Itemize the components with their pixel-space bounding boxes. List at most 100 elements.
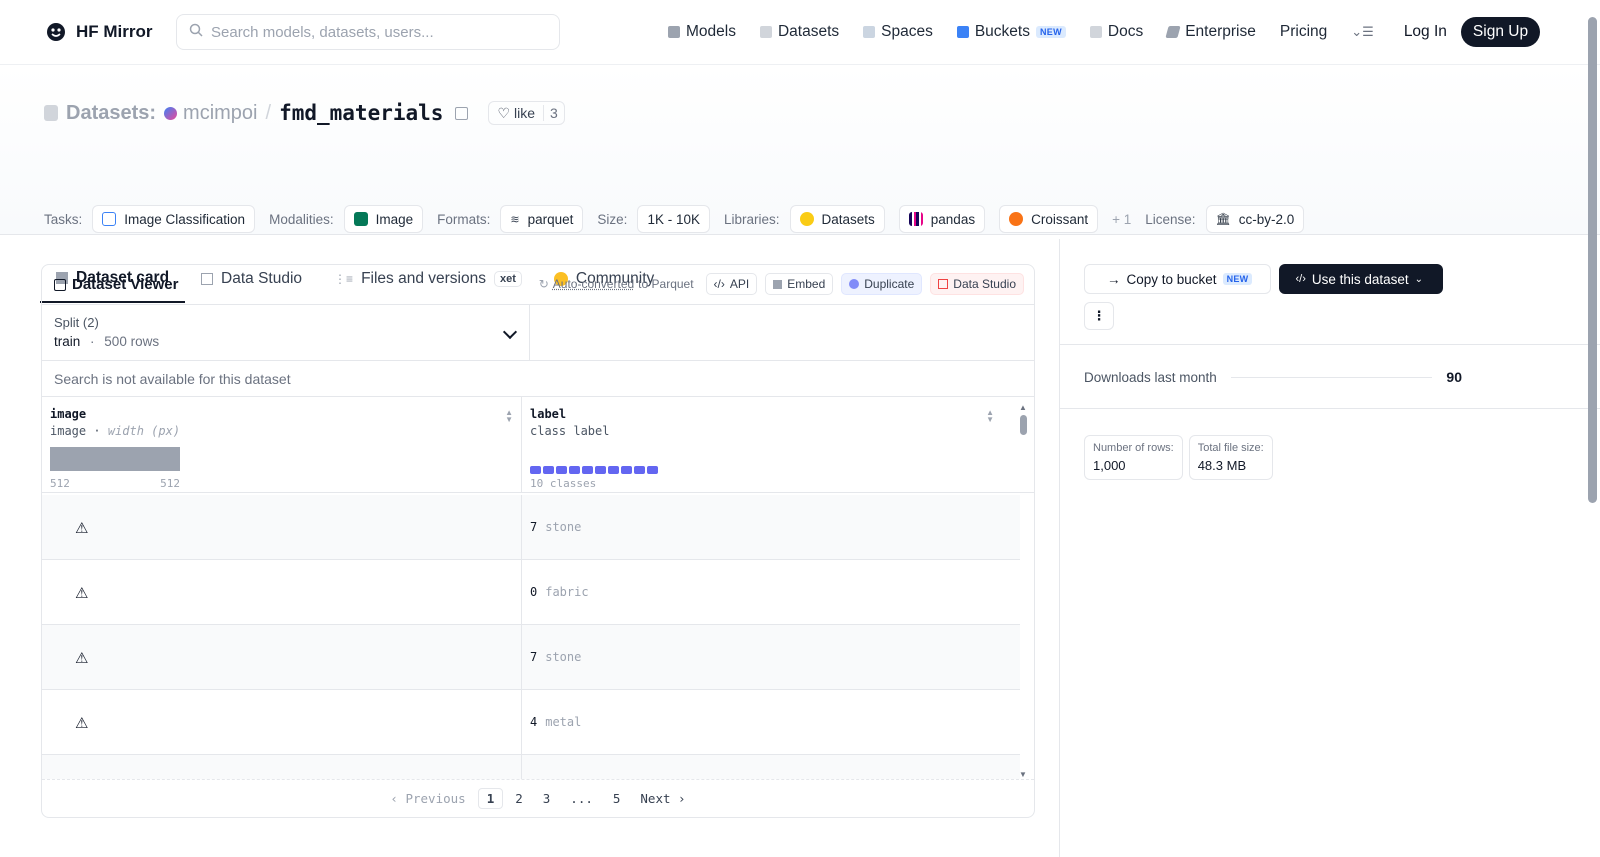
search-box[interactable] — [176, 14, 560, 50]
embed-button[interactable]: Embed — [765, 273, 834, 295]
tag-library-croissant[interactable]: Croissant — [999, 205, 1099, 233]
table-row[interactable]: ⚠ 7 stone — [42, 625, 1020, 690]
label-cell[interactable]: 0 fabric — [522, 560, 1000, 624]
nav-buckets[interactable]: Buckets NEW — [956, 23, 1066, 41]
tag-library-datasets[interactable]: Datasets — [789, 205, 885, 233]
copy-icon[interactable] — [455, 106, 469, 120]
image-cell[interactable]: ⚠ — [42, 495, 522, 559]
divider — [1060, 408, 1600, 409]
more-options-icon[interactable]: ⋮ — [1084, 302, 1114, 330]
tag-license-label: cc-by-2.0 — [1238, 211, 1295, 227]
page-5[interactable]: 5 — [605, 789, 629, 808]
image-cell[interactable]: ⚠ — [42, 560, 522, 624]
tag-size[interactable]: 1K - 10K — [637, 205, 710, 233]
api-button[interactable]: ‹/› API — [705, 273, 758, 295]
class-segment[interactable] — [556, 466, 567, 474]
cube-icon — [668, 26, 680, 38]
scroll-thumb[interactable] — [1020, 415, 1027, 435]
use-this-dataset-button[interactable]: ‹/› Use this dataset ⌄ — [1279, 264, 1444, 294]
scroll-up-icon[interactable]: ▲ — [1019, 403, 1027, 412]
next-page[interactable]: Next › — [632, 789, 693, 808]
copy-to-bucket-button[interactable]: → Copy to bucket NEW — [1084, 264, 1272, 294]
page-1[interactable]: 1 — [477, 788, 504, 809]
class-distribution-bar[interactable] — [530, 466, 658, 474]
table-row[interactable]: ⚠ 0 fabric — [42, 560, 1020, 625]
image-cell[interactable]: ⚠ — [42, 625, 522, 689]
like-button[interactable]: ♡ like 3 — [488, 101, 565, 125]
tag-modality[interactable]: Image — [343, 205, 424, 233]
divider — [1060, 344, 1600, 345]
code-icon: ‹/› — [713, 277, 725, 291]
nav-datasets[interactable]: Datasets — [759, 23, 840, 41]
tasks-label: Tasks: — [44, 211, 83, 227]
page-3[interactable]: 3 — [535, 789, 559, 808]
split-label: Split (2) — [54, 315, 99, 330]
class-segment[interactable] — [569, 466, 580, 474]
table-row[interactable] — [42, 755, 1020, 779]
downloads-sparkline — [1230, 376, 1433, 378]
class-segment[interactable] — [634, 466, 645, 474]
table-scrollbar[interactable]: ▲ ▼ — [1018, 403, 1028, 779]
nav-spaces[interactable]: Spaces — [863, 23, 933, 41]
image-cell[interactable]: ⚠ — [42, 690, 522, 754]
repo-name[interactable]: fmd_materials — [279, 101, 443, 125]
more-menu-icon[interactable]: ⌄☰ — [1351, 24, 1374, 40]
column-label[interactable]: label class label ▲ ▼ 10 classes — [522, 397, 1002, 492]
class-segment[interactable] — [582, 466, 593, 474]
tag-task[interactable]: Image Classification — [92, 205, 256, 233]
search-input[interactable] — [211, 23, 531, 41]
refresh-icon: ↻ — [538, 277, 549, 291]
nav-pricing-label: Pricing — [1279, 23, 1328, 40]
image-cell[interactable] — [42, 755, 522, 779]
sort-icon[interactable]: ▲ ▼ — [505, 409, 513, 424]
owner-link[interactable]: mcimpoi — [164, 102, 258, 125]
scroll-down-icon[interactable]: ▼ — [1019, 770, 1027, 779]
avatar — [164, 106, 178, 120]
auto-converted-note[interactable]: ↻ Auto-converted to Parquet — [539, 277, 694, 291]
data-studio-button[interactable]: Data Studio — [930, 273, 1024, 295]
class-segment[interactable] — [621, 466, 632, 474]
chevron-down-icon: ⌄ — [1414, 273, 1424, 285]
split-selector[interactable]: Split (2) train · 500 rows — [42, 305, 530, 360]
nav-enterprise[interactable]: Enterprise — [1165, 23, 1256, 41]
nav-datasets-label: Datasets — [777, 23, 840, 40]
column-name: image — [50, 407, 87, 421]
signup-button[interactable]: Sign Up — [1460, 17, 1541, 47]
label-cell[interactable] — [522, 755, 1000, 779]
tag-format[interactable]: ≋ parquet — [500, 205, 584, 233]
label-cell[interactable]: 4 metal — [522, 690, 1000, 754]
tag-license[interactable]: 🏛 cc-by-2.0 — [1205, 205, 1305, 233]
page-2[interactable]: 2 — [507, 789, 531, 808]
label-cell[interactable]: 7 stone — [522, 625, 1000, 689]
previous-page[interactable]: ‹ Previous — [382, 789, 473, 808]
table-row[interactable]: ⚠ 4 metal — [42, 690, 1020, 755]
nav-docs[interactable]: Docs — [1089, 23, 1143, 41]
label-cell[interactable]: 7 stone — [522, 495, 1000, 559]
viewer-actions: ↻ Auto-converted to Parquet ‹/› API Embe… — [539, 273, 1024, 295]
grid-icon — [863, 26, 876, 38]
class-segment[interactable] — [595, 466, 606, 474]
warning-icon: ⚠ — [75, 520, 89, 537]
class-segment[interactable] — [608, 466, 619, 474]
api-label: API — [729, 277, 750, 291]
class-segment[interactable] — [647, 466, 658, 474]
width-histogram[interactable] — [50, 447, 180, 471]
hf-logo-icon — [44, 20, 68, 44]
table-row[interactable]: ⚠ 7 stone — [42, 495, 1020, 560]
class-segment[interactable] — [530, 466, 541, 474]
datasets-crumb[interactable]: Datasets: — [44, 102, 156, 125]
duplicate-button[interactable]: Duplicate — [841, 273, 923, 295]
auto-converted-link[interactable]: Auto-converted — [553, 277, 634, 291]
brand[interactable]: HF Mirror — [44, 20, 153, 44]
login-link[interactable]: Log In — [1404, 23, 1447, 41]
nav-models[interactable]: Models — [668, 23, 736, 41]
sort-icon[interactable]: ▲ ▼ — [986, 409, 994, 424]
more-libraries[interactable]: + 1 — [1112, 212, 1131, 227]
class-segment[interactable] — [543, 466, 554, 474]
nav-pricing[interactable]: Pricing — [1280, 23, 1327, 41]
page-scrollbar[interactable] — [1588, 17, 1597, 503]
column-name: label — [530, 407, 567, 421]
tag-library-label: pandas — [930, 211, 976, 227]
column-image[interactable]: image image · width (px) ▲ ▼ 512 512 — [42, 397, 522, 492]
tag-library-pandas[interactable]: pandas — [898, 205, 986, 233]
